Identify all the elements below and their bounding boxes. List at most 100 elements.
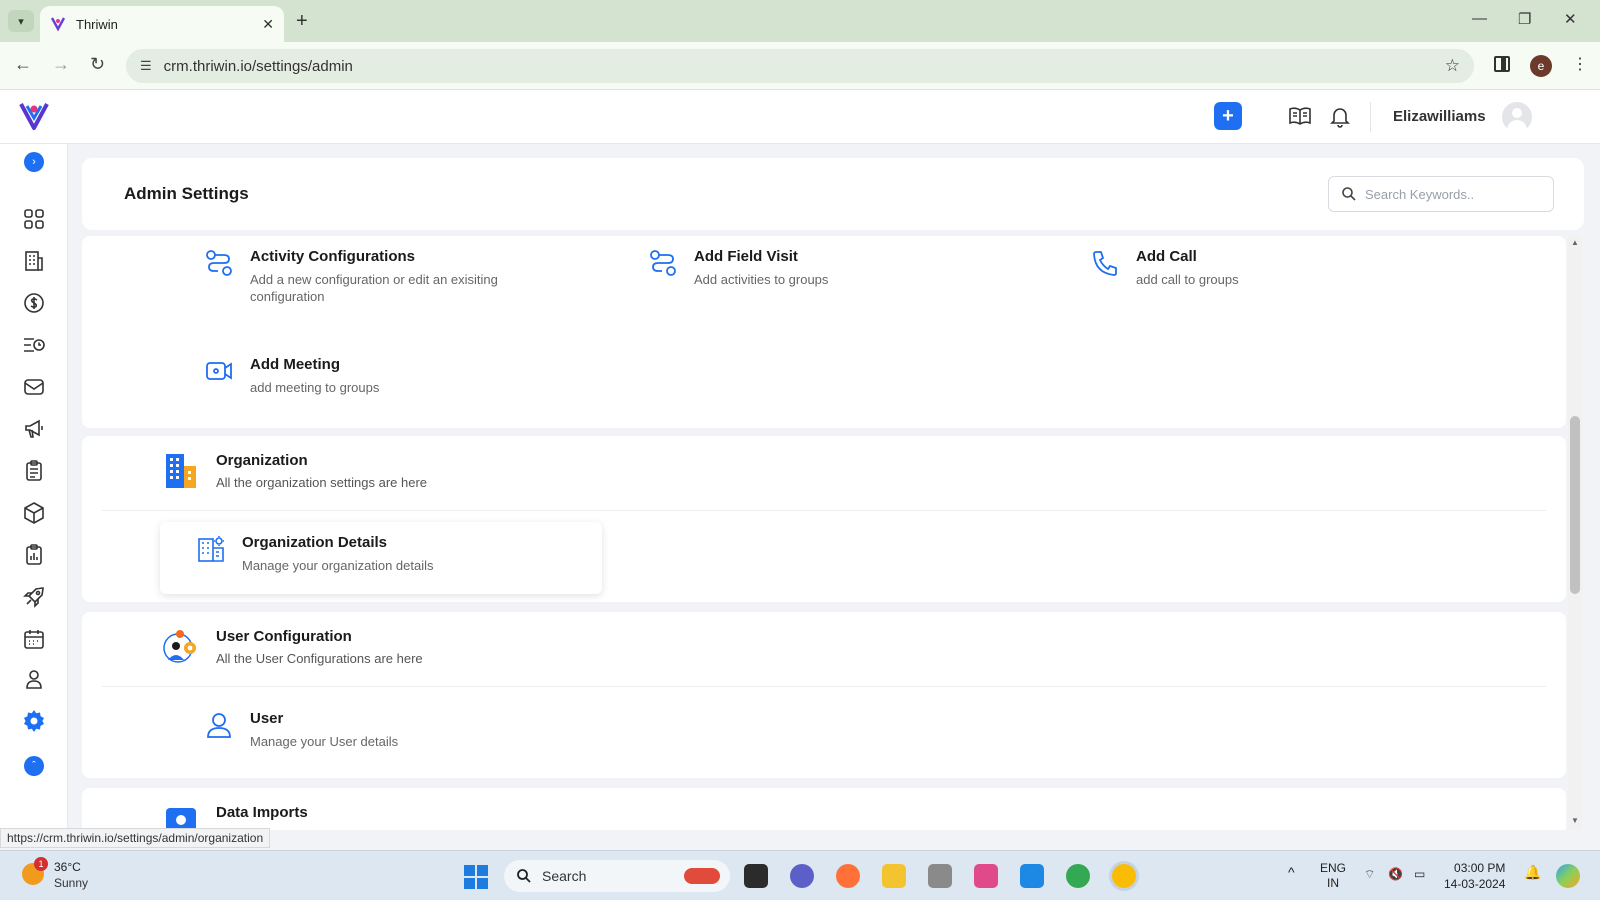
sidebar-calendar-icon[interactable]	[21, 626, 47, 652]
system-clock[interactable]: 03:00 PM 14-03-2024	[1444, 860, 1505, 892]
language-code: ENG	[1320, 861, 1347, 875]
browser-tab-bar: ▾ Thriwin ✕ + — ❐ ✕	[0, 0, 1600, 42]
organization-details-item[interactable]: Organization Details Manage your organiz…	[196, 534, 576, 574]
reload-icon[interactable]: ↻	[90, 54, 105, 75]
quick-add-button[interactable]: +	[1214, 102, 1242, 130]
add-meeting-item[interactable]: Add Meeting add meeting to groups	[204, 356, 524, 396]
item-description: Add a new configuration or edit an exisi…	[250, 272, 498, 304]
content-scrollbar[interactable]: ▲ ▼	[1568, 236, 1582, 830]
phone-icon	[1093, 251, 1117, 276]
firefox-icon[interactable]	[836, 864, 860, 888]
user-avatar[interactable]	[1502, 102, 1532, 132]
collapse-up-icon[interactable]: ˆ	[24, 756, 44, 776]
omnibox[interactable]: ☰ crm.thriwin.io/settings/admin ☆	[126, 49, 1474, 83]
sidebar-report-icon[interactable]	[21, 542, 47, 568]
window-close-icon[interactable]: ✕	[1564, 10, 1577, 28]
volume-muted-icon[interactable]: 🔇	[1388, 867, 1403, 882]
restore-icon[interactable]: ❐	[1518, 10, 1531, 28]
copilot-icon[interactable]	[1556, 864, 1580, 888]
item-title: Activity Configurations	[250, 248, 416, 265]
teams-chat-icon[interactable]	[790, 864, 814, 888]
search-field[interactable]	[1328, 176, 1554, 212]
side-panel-icon[interactable]	[1494, 56, 1510, 72]
tray-overflow-icon[interactable]: ^	[1288, 865, 1295, 880]
route-icon	[206, 250, 232, 276]
sidebar-megaphone-icon[interactable]	[21, 416, 47, 442]
link-status-bubble: https://crm.thriwin.io/settings/admin/or…	[0, 828, 271, 848]
settings-scroll-area[interactable]: Activity Configurations Add a new config…	[82, 236, 1566, 830]
new-tab-icon[interactable]: +	[296, 10, 308, 33]
scroll-up-icon[interactable]: ▲	[1571, 238, 1579, 247]
language-indicator[interactable]: ENG IN	[1320, 861, 1346, 891]
file-explorer-icon[interactable]	[882, 864, 906, 888]
scrollbar-thumb[interactable]	[1570, 416, 1580, 594]
organization-card: Organization All the organization settin…	[82, 436, 1566, 602]
page-header-card: Admin Settings	[82, 158, 1584, 230]
bookmark-star-icon[interactable]: ☆	[1445, 56, 1460, 76]
section-description: All the User Configurations are here	[216, 651, 423, 666]
minimize-icon[interactable]: —	[1472, 10, 1487, 27]
item-description: Manage your organization details	[242, 558, 434, 573]
windows-start-icon[interactable]	[464, 865, 488, 889]
section-title: User Configuration	[216, 628, 352, 645]
forward-icon[interactable]: →	[52, 54, 70, 75]
sidebar-clipboard-icon[interactable]	[21, 458, 47, 484]
sidebar-dashboard-icon[interactable]	[21, 206, 47, 232]
task-view-icon[interactable]	[744, 864, 768, 888]
language-region: IN	[1327, 876, 1339, 890]
chrome-profile-icon[interactable]	[1066, 864, 1090, 888]
weather-condition[interactable]: Sunny	[54, 876, 88, 890]
thriwin-logo-icon[interactable]	[18, 100, 50, 132]
browser-tab[interactable]: Thriwin ✕	[40, 6, 284, 42]
sidebar-building-icon[interactable]	[21, 248, 47, 274]
user-item[interactable]: User Manage your User details	[204, 710, 544, 750]
organization-section-header: Organization All the organization settin…	[162, 452, 427, 490]
data-imports-section-header: Data Imports	[162, 804, 308, 830]
item-title: Add Call	[1136, 248, 1197, 265]
sidebar-dollar-icon[interactable]	[21, 290, 47, 316]
add-call-item[interactable]: Add Call add call to groups	[1090, 248, 1410, 288]
back-icon[interactable]: ←	[14, 54, 32, 75]
sidebar-user-icon[interactable]	[21, 666, 47, 692]
scroll-down-icon[interactable]: ▼	[1571, 816, 1579, 825]
chrome-active-icon[interactable]	[1112, 864, 1136, 888]
activity-configurations-item[interactable]: Activity Configurations Add a new config…	[204, 248, 544, 305]
header-separator	[1370, 102, 1371, 132]
item-description: add meeting to groups	[250, 380, 380, 395]
sidebar-list-clock-icon[interactable]	[21, 332, 47, 358]
data-imports-card: Data Imports	[82, 788, 1566, 830]
tab-search-button[interactable]: ▾	[8, 10, 34, 32]
route-icon	[650, 250, 676, 276]
section-title: Data Imports	[216, 804, 308, 821]
site-info-icon[interactable]: ☰	[140, 58, 152, 74]
thriwin-favicon-icon	[50, 17, 66, 32]
taskbar-search[interactable]: Search	[504, 860, 730, 892]
taskbar-search-label: Search	[542, 868, 587, 884]
sidebar: › ˆ	[0, 144, 68, 830]
profile-avatar[interactable]: e	[1530, 55, 1552, 77]
bell-icon[interactable]	[1328, 104, 1352, 128]
snipping-tool-icon[interactable]	[974, 864, 998, 888]
user-name[interactable]: Elizawilliams	[1393, 108, 1486, 125]
user-configuration-section-header: User Configuration All the User Configur…	[162, 628, 423, 666]
add-field-visit-item[interactable]: Add Field Visit Add activities to groups	[648, 248, 968, 288]
sidebar-mail-icon[interactable]	[21, 374, 47, 400]
vscode-icon[interactable]	[1020, 864, 1044, 888]
sidebar-rocket-icon[interactable]	[21, 584, 47, 610]
notification-bell-icon[interactable]: 🔔	[1524, 865, 1541, 880]
battery-icon[interactable]: ▭	[1414, 867, 1425, 882]
search-input[interactable]	[1365, 186, 1535, 202]
sidebar-box-icon[interactable]	[21, 500, 47, 526]
tab-close-icon[interactable]: ✕	[262, 16, 274, 33]
expand-sidebar-icon[interactable]: ›	[24, 152, 44, 172]
photos-app-icon[interactable]	[928, 864, 952, 888]
sidebar-settings-icon[interactable]	[21, 708, 47, 734]
wifi-icon[interactable]: ⌔	[1364, 867, 1375, 882]
weather-temperature[interactable]: 36°C	[54, 860, 81, 874]
book-icon[interactable]	[1288, 104, 1312, 128]
url-text[interactable]: crm.thriwin.io/settings/admin	[164, 58, 353, 75]
address-bar-row: ← → ↻ ☰ crm.thriwin.io/settings/admin ☆ …	[0, 42, 1600, 90]
browser-menu-icon[interactable]: ⋮	[1572, 54, 1588, 74]
office-building-icon	[166, 454, 196, 488]
section-description: All the organization settings are here	[216, 475, 428, 490]
